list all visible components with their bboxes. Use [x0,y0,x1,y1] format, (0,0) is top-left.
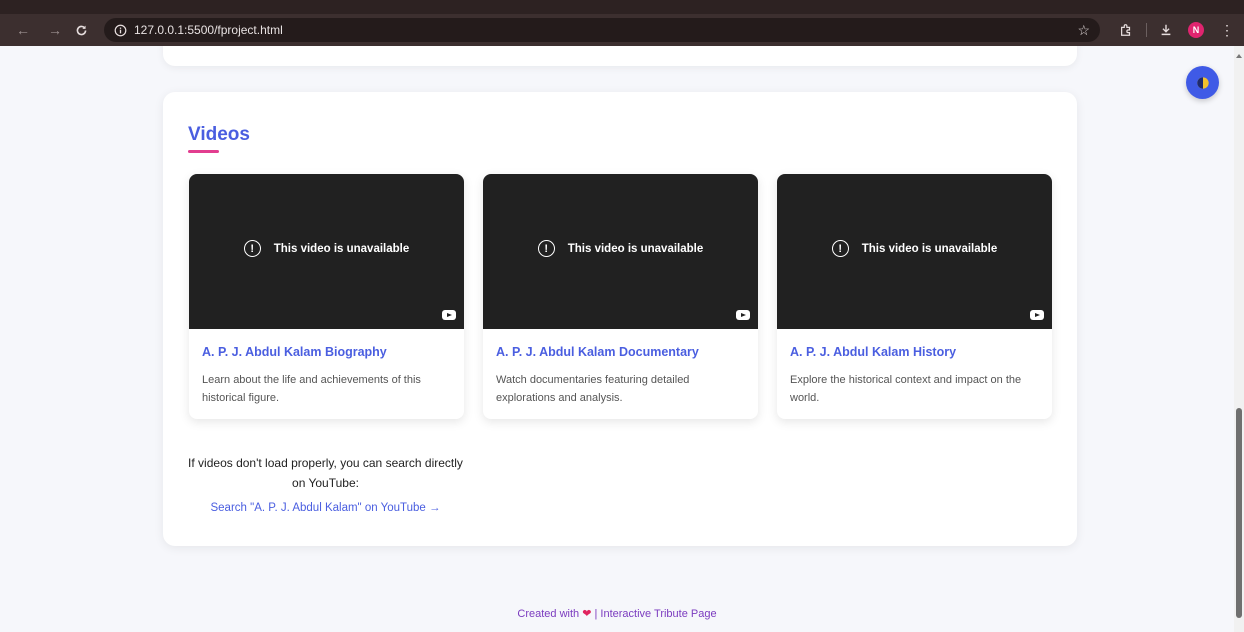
video-unavailable-message: ! This video is unavailable [189,240,464,257]
kebab-menu-icon[interactable]: ⋮ [1217,20,1237,40]
video-card: ! This video is unavailable A. P. J. Abd… [189,174,464,419]
scroll-up-arrow-icon[interactable] [1236,54,1242,58]
half-moon-icon [1196,76,1209,89]
scrollbar-thumb[interactable] [1236,408,1242,618]
browser-toolbar: ← → 127.0.0.1:5500/fproject.html ☆ N ⋮ [0,14,1244,46]
videos-section: Videos ! This video is unavailable A. P.… [163,92,1077,546]
video-player[interactable]: ! This video is unavailable [189,174,464,329]
section-title: Videos [188,124,250,145]
title-underline [188,150,219,153]
video-description: Explore the historical context and impac… [790,374,1022,404]
theme-toggle-button[interactable] [1186,66,1219,99]
star-icon[interactable]: ☆ [1077,22,1090,39]
youtube-icon[interactable] [736,310,750,320]
footer-prefix: Created with [517,608,580,620]
unavailable-text: This video is unavailable [273,242,410,255]
arrow-left-icon[interactable]: ← [12,14,34,46]
url-text: 127.0.0.1:5500/fproject.html [134,23,283,37]
arrow-right-icon[interactable]: → [44,14,66,46]
video-title: A. P. J. Abdul Kalam Biography [202,345,387,359]
tab-strip [0,0,1244,14]
browser-chrome: ← → 127.0.0.1:5500/fproject.html ☆ N ⋮ [0,0,1244,46]
previous-section-card [163,46,1077,66]
alert-icon: ! [537,240,555,257]
alert-icon: ! [831,240,849,257]
youtube-icon[interactable] [442,310,456,320]
video-player[interactable]: ! This video is unavailable [777,174,1052,329]
reload-icon[interactable] [70,14,92,46]
toolbar-separator [1146,23,1147,37]
info-icon[interactable] [108,18,132,42]
video-title: A. P. J. Abdul Kalam Documentary [496,345,699,359]
video-card: ! This video is unavailable A. P. J. Abd… [777,174,1052,419]
address-bar[interactable]: 127.0.0.1:5500/fproject.html ☆ [104,18,1100,42]
download-icon[interactable] [1156,20,1176,40]
video-player[interactable]: ! This video is unavailable [483,174,758,329]
video-title: A. P. J. Abdul Kalam History [790,345,957,359]
alert-icon: ! [243,240,261,257]
page-viewport: Videos ! This video is unavailable A. P.… [0,46,1234,632]
footer-suffix: | Interactive Tribute Page [594,608,717,620]
video-unavailable-message: ! This video is unavailable [483,240,758,257]
video-card: ! This video is unavailable A. P. J. Abd… [483,174,758,419]
profile-avatar[interactable]: N [1188,22,1204,38]
fallback-message: If videos don't load properly, you can s… [188,456,463,490]
youtube-search-link[interactable]: Search "A. P. J. Abdul Kalam" on YouTube… [188,502,463,514]
unavailable-text: This video is unavailable [861,242,998,255]
video-unavailable-message: ! This video is unavailable [777,240,1052,257]
video-description: Watch documentaries featuring detailed e… [496,374,690,404]
heart-icon: ❤ [582,608,592,620]
puzzle-icon[interactable] [1116,20,1136,40]
video-description: Learn about the life and achievements of… [202,374,421,404]
unavailable-text: This video is unavailable [567,242,704,255]
page-footer: Created with ❤ | Interactive Tribute Pag… [0,607,1234,620]
youtube-icon[interactable] [1030,310,1044,320]
